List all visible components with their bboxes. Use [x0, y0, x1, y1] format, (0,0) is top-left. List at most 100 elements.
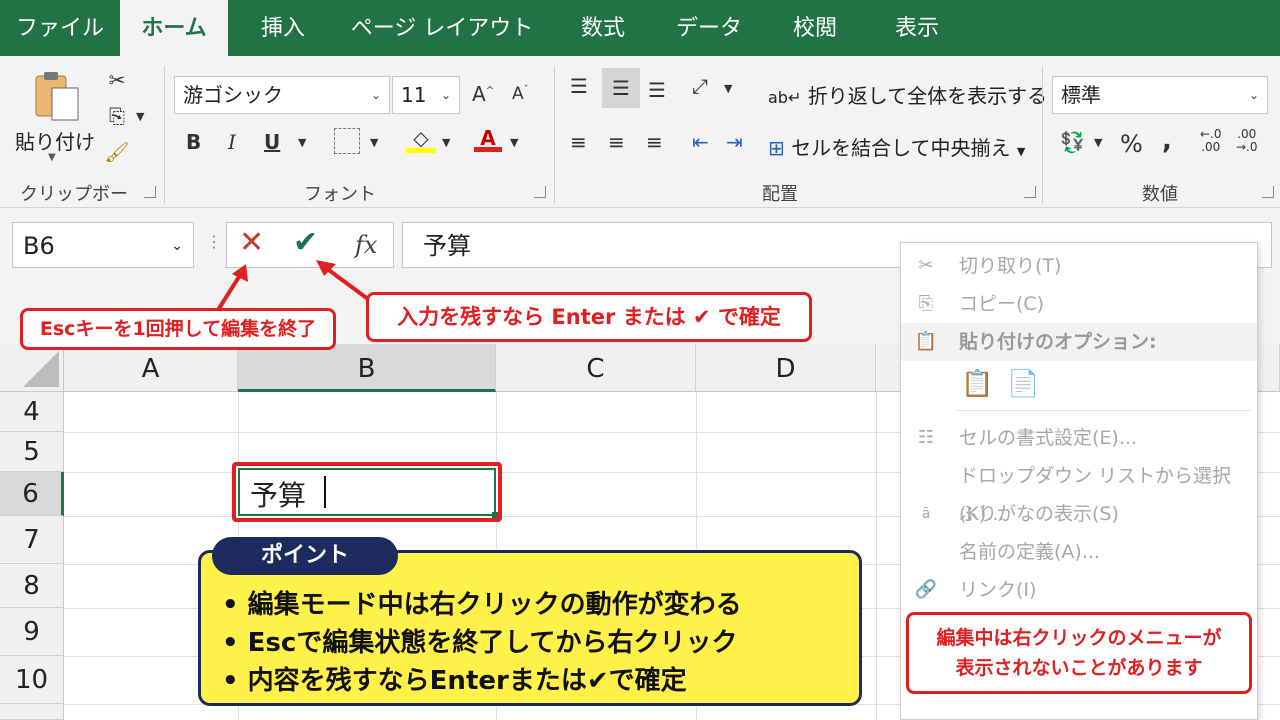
- cut-icon[interactable]: ✂: [104, 68, 130, 92]
- chevron-down-icon: ⌄: [1248, 88, 1259, 102]
- paste-values-icon[interactable]: 📄: [1007, 369, 1039, 399]
- row-header-4[interactable]: 4: [0, 392, 64, 432]
- font-name-select[interactable]: 游ゴシック ⌄: [174, 76, 390, 114]
- currency-dropdown-icon[interactable]: ▼: [1094, 136, 1102, 149]
- orientation-dropdown-icon[interactable]: ▼: [724, 82, 732, 95]
- paste-option-icons: 📋 📄: [955, 365, 1251, 411]
- chevron-down-icon: ⌄: [370, 88, 381, 102]
- font-launcher-icon[interactable]: [534, 186, 546, 198]
- italic-button[interactable]: I: [228, 130, 236, 154]
- alignment-launcher-icon[interactable]: [1024, 186, 1036, 198]
- tab-page-layout[interactable]: ページ レイアウト: [344, 0, 540, 56]
- select-all-corner[interactable]: [0, 344, 64, 392]
- top-align-icon[interactable]: ☰: [570, 74, 588, 98]
- column-header-d[interactable]: D: [696, 344, 876, 392]
- paste-dropdown-icon: ▼: [48, 152, 56, 163]
- cancel-icon[interactable]: ✕: [239, 225, 264, 260]
- align-left-icon[interactable]: ≡: [570, 130, 587, 154]
- bottom-align-icon[interactable]: ☰: [648, 78, 666, 102]
- wrap-text-button[interactable]: ab↵ 折り返して全体を表示する: [768, 80, 1047, 112]
- tab-home[interactable]: ホーム: [120, 0, 228, 56]
- tab-file[interactable]: ファイル: [12, 0, 108, 56]
- copy-icon: ⎘: [918, 293, 934, 314]
- align-right-icon[interactable]: ≡: [646, 130, 663, 154]
- currency-icon[interactable]: 💱: [1060, 130, 1085, 154]
- increase-decimal-icon[interactable]: ←.0.00: [1200, 128, 1222, 154]
- border-icon[interactable]: [334, 128, 360, 154]
- column-header-b[interactable]: B: [238, 344, 496, 392]
- point-line-2: • Escで編集状態を終了してから右クリック: [222, 628, 738, 658]
- decrease-indent-icon[interactable]: ⇤: [692, 130, 709, 154]
- orientation-icon[interactable]: ⤢: [692, 74, 708, 98]
- tab-data[interactable]: データ: [664, 0, 754, 56]
- row-header-7[interactable]: 7: [0, 516, 64, 564]
- row-header-9[interactable]: 9: [0, 608, 64, 656]
- clipboard-launcher-icon[interactable]: [144, 186, 156, 198]
- tab-review[interactable]: 校閲: [772, 0, 858, 56]
- number-launcher-icon[interactable]: [1262, 186, 1274, 198]
- enter-check-icon[interactable]: ✔: [293, 225, 318, 260]
- name-box-value: B6: [23, 232, 55, 260]
- row-header-11[interactable]: [0, 704, 64, 720]
- number-group-label: 数値: [1142, 184, 1178, 205]
- border-dropdown-icon[interactable]: ▼: [370, 136, 378, 149]
- menu-item-format-cells[interactable]: ☷ セルの書式設定(E)...: [901, 419, 1257, 457]
- active-cell-b6[interactable]: 予算: [232, 462, 502, 522]
- align-center-icon[interactable]: ≡: [608, 130, 625, 154]
- link-icon: 🔗: [914, 579, 938, 600]
- insert-function-icon[interactable]: fx: [355, 231, 377, 259]
- bold-button[interactable]: B: [186, 130, 201, 154]
- point-line-3: • 内容を残すならEnterまたは✔で確定: [222, 666, 687, 696]
- merge-label: セルを結合して中央揃え: [791, 136, 1011, 160]
- font-group-label: フォント: [304, 184, 376, 205]
- percent-button[interactable]: %: [1120, 130, 1143, 158]
- column-header-c[interactable]: C: [496, 344, 696, 392]
- merge-center-button[interactable]: ⊞ セルを結合して中央揃え ▼: [768, 132, 1025, 164]
- decrease-decimal-icon[interactable]: .00 →.0: [1236, 128, 1258, 154]
- fill-handle[interactable]: [492, 512, 498, 518]
- row-header-6[interactable]: 6: [0, 472, 64, 516]
- menu-item-copy[interactable]: ⎘ コピー(C): [901, 285, 1257, 323]
- chevron-down-icon: ⌄: [171, 238, 183, 254]
- wrap-text-icon: ab↵: [768, 88, 802, 107]
- tab-formulas[interactable]: 数式: [560, 0, 646, 56]
- row-header-5[interactable]: 5: [0, 432, 64, 472]
- fill-color-icon[interactable]: ◇: [406, 126, 436, 153]
- formula-bar-grip-icon[interactable]: ⋮: [206, 232, 222, 251]
- font-size-select[interactable]: 11 ⌄: [392, 76, 460, 114]
- underline-button[interactable]: U: [264, 130, 280, 154]
- tab-view[interactable]: 表示: [874, 0, 960, 56]
- menu-note-line-2: 表示されないことがあります: [955, 657, 1203, 679]
- font-size-value: 11: [401, 83, 427, 107]
- paste-option-icon[interactable]: 📋: [961, 369, 993, 399]
- comma-button[interactable]: ,: [1162, 126, 1172, 156]
- tab-insert[interactable]: 挿入: [240, 0, 326, 56]
- row-header-10[interactable]: 10: [0, 656, 64, 704]
- number-format-select[interactable]: 標準 ⌄: [1052, 76, 1268, 114]
- paste-icon: [35, 72, 79, 121]
- scissors-icon: ✂: [918, 255, 934, 276]
- increase-font-icon[interactable]: A^: [472, 82, 494, 106]
- increase-indent-icon[interactable]: ⇥: [726, 130, 743, 154]
- menu-item-cut[interactable]: ✂ 切り取り(T): [901, 247, 1257, 285]
- middle-align-icon[interactable]: ☰: [602, 68, 640, 108]
- decrease-font-icon[interactable]: Aˇ: [512, 84, 529, 104]
- row-header-8[interactable]: 8: [0, 564, 64, 608]
- paste-button[interactable]: 貼り付け ▼: [14, 68, 96, 168]
- fill-dropdown-icon[interactable]: ▼: [442, 136, 450, 149]
- name-box[interactable]: B6 ⌄: [12, 222, 194, 268]
- column-header-a[interactable]: A: [64, 344, 238, 392]
- ribbon: 貼り付け ▼ ✂ ⎘ ▼ 🖌 クリップボード 游ゴシック ⌄ 11 ⌄ A^ A…: [0, 56, 1280, 231]
- format-cells-icon: ☷: [917, 427, 935, 448]
- font-color-dropdown-icon[interactable]: ▼: [510, 136, 518, 149]
- font-color-icon[interactable]: A: [474, 126, 502, 152]
- menu-item-define-name[interactable]: 名前の定義(A)...: [901, 533, 1257, 571]
- wrap-text-label: 折り返して全体を表示する: [807, 84, 1048, 108]
- menu-item-furigana[interactable]: ā ふりがなの表示(S): [901, 495, 1257, 533]
- copy-dropdown-icon[interactable]: ▼: [136, 110, 144, 123]
- underline-dropdown-icon[interactable]: ▼: [298, 136, 306, 149]
- menu-item-link[interactable]: 🔗 リンク(I): [901, 571, 1257, 609]
- menu-item-dropdown-list[interactable]: ドロップダウン リストから選択(K)...: [901, 457, 1257, 525]
- format-painter-icon[interactable]: 🖌: [104, 140, 130, 164]
- copy-icon[interactable]: ⎘: [104, 104, 130, 128]
